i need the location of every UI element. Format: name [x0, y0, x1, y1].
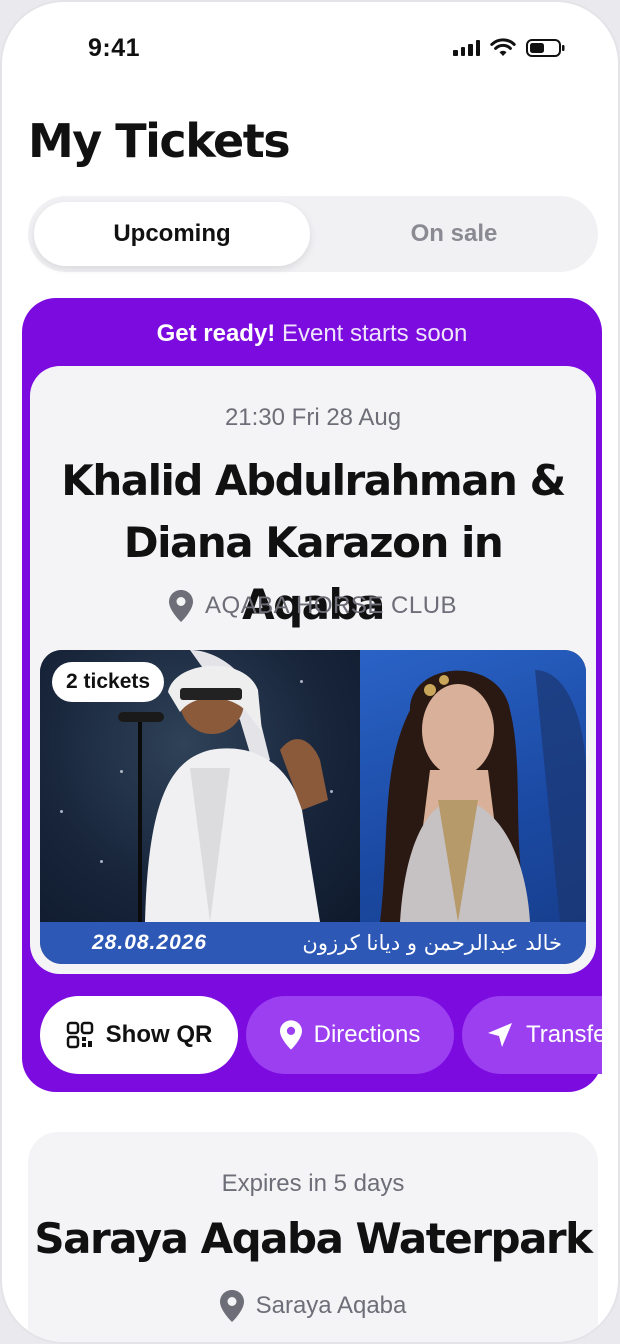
event-poster: 28.08.2026 خالد عبدالرحمن و ديانا كرزون …	[40, 650, 586, 964]
banner-bold: Get ready!	[156, 320, 276, 347]
location-pin-icon	[168, 590, 193, 622]
wifi-icon	[490, 38, 516, 56]
cellular-signal-icon	[453, 40, 480, 56]
tab-on-sale[interactable]: On sale	[316, 202, 592, 266]
tab-upcoming[interactable]: Upcoming	[34, 202, 310, 266]
location-pin-icon	[279, 1020, 302, 1050]
qr-code-icon	[66, 1021, 93, 1049]
ticket-count-badge: 2 tickets	[52, 662, 165, 702]
battery-icon	[526, 39, 565, 57]
directions-label: Directions	[313, 1021, 421, 1048]
event-soon-banner: Get ready! Event starts soon	[22, 320, 602, 348]
status-time: 9:41	[88, 34, 141, 62]
venue-name: AQABA HORSE CLUB	[204, 592, 458, 619]
status-bar: 9:41	[2, 30, 618, 70]
directions-button[interactable]: Directions	[246, 996, 454, 1074]
venue-name-2: Saraya Aqaba	[255, 1292, 407, 1319]
poster-arabic-title: خالد عبدالرحمن و ديانا كرزون	[302, 931, 562, 955]
event-datetime: 21:30 Fri 28 Aug	[224, 404, 402, 431]
singer-portrait	[380, 670, 586, 922]
ticket-actions: Show QR Directions Transfer	[40, 996, 602, 1074]
transfer-label: Transfer	[526, 1021, 602, 1048]
poster-singer-photo	[360, 650, 586, 922]
transfer-button[interactable]: Transfer	[462, 996, 602, 1074]
event-venue-2: Saraya Aqaba	[28, 1290, 598, 1322]
poster-date: 28.08.2026	[92, 931, 208, 954]
phone-screen: 9:41 My Tickets Upcoming On sale Get rea…	[0, 0, 620, 1344]
location-pin-icon	[219, 1290, 244, 1322]
send-arrow-icon	[488, 1023, 512, 1047]
poster-footer: 28.08.2026 خالد عبدالرحمن و ديانا كرزون	[40, 922, 586, 964]
featured-ticket-card: Get ready! Event starts soon 21:30 Fri 2…	[22, 298, 602, 1092]
event-title-2: Saraya Aqaba Waterpark	[34, 1214, 593, 1263]
ticket-tabs: Upcoming On sale	[28, 196, 598, 272]
ticket-expiry: Expires in 5 days	[221, 1170, 405, 1197]
banner-text: Event starts soon	[281, 320, 468, 347]
ticket-details[interactable]: 21:30 Fri 28 Aug Khalid Abdulrahman & Di…	[30, 366, 596, 974]
page-title: My Tickets	[28, 114, 291, 168]
show-qr-button[interactable]: Show QR	[40, 996, 238, 1074]
event-title-line1: Khalid Abdulrahman &	[61, 456, 566, 505]
show-qr-label: Show QR	[105, 1021, 213, 1048]
event-venue: AQABA HORSE CLUB	[30, 590, 596, 622]
ticket-card-2[interactable]: Expires in 5 days Saraya Aqaba Waterpark…	[28, 1132, 598, 1342]
status-icons	[453, 38, 566, 58]
